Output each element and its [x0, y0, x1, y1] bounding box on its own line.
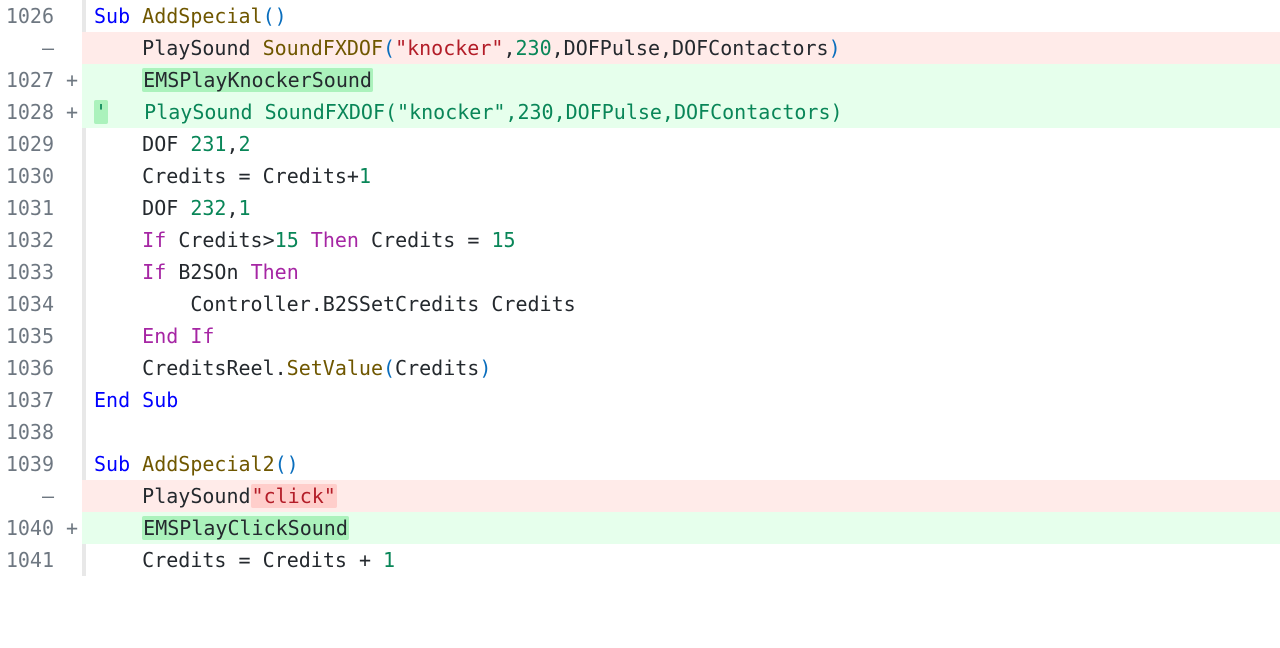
line-number: 1036 — [0, 352, 62, 384]
line-number: — — [0, 32, 62, 64]
diff-marker — [62, 416, 82, 448]
code-content: Sub AddSpecial() — [86, 0, 1280, 32]
diff-line: 1034 Controller.B2SSetCredits Credits — [0, 288, 1280, 320]
diff-marker: + — [62, 64, 82, 96]
diff-marker — [62, 544, 82, 576]
diff-line: 1028+' PlaySound SoundFXDOF("knocker",23… — [0, 96, 1280, 128]
diff-marker — [62, 32, 82, 64]
diff-marker — [62, 384, 82, 416]
code-content: DOF 231,2 — [86, 128, 1280, 160]
code-content: Credits = Credits + 1 — [86, 544, 1280, 576]
diff-line: 1029 DOF 231,2 — [0, 128, 1280, 160]
diff-view: 1026Sub AddSpecial()— PlaySound SoundFXD… — [0, 0, 1280, 576]
code-content: Sub AddSpecial2() — [86, 448, 1280, 480]
diff-line: — PlaySound SoundFXDOF("knocker",230,DOF… — [0, 32, 1280, 64]
code-content — [86, 416, 1280, 448]
diff-marker — [62, 480, 82, 512]
line-number: 1034 — [0, 288, 62, 320]
code-content: ' PlaySound SoundFXDOF("knocker",230,DOF… — [86, 96, 1280, 128]
line-number: 1026 — [0, 0, 62, 32]
diff-line: 1035 End If — [0, 320, 1280, 352]
line-number: 1031 — [0, 192, 62, 224]
code-content: End If — [86, 320, 1280, 352]
diff-line: 1039 Sub AddSpecial2() — [0, 448, 1280, 480]
code-content: CreditsReel.SetValue(Credits) — [86, 352, 1280, 384]
diff-marker: + — [62, 96, 82, 128]
code-content: End Sub — [86, 384, 1280, 416]
code-content: If Credits>15 Then Credits = 15 — [86, 224, 1280, 256]
diff-line: — PlaySound"click" — [0, 480, 1280, 512]
line-number: 1039 — [0, 448, 62, 480]
line-number: 1038 — [0, 416, 62, 448]
code-content: PlaySound SoundFXDOF("knocker",230,DOFPu… — [86, 32, 1280, 64]
diff-marker: + — [62, 512, 82, 544]
diff-marker — [62, 288, 82, 320]
line-number: 1028 — [0, 96, 62, 128]
diff-marker — [62, 320, 82, 352]
diff-line: 1026 Sub AddSpecial() — [0, 0, 1280, 32]
diff-marker — [62, 256, 82, 288]
diff-marker — [62, 0, 82, 32]
line-number: 1035 — [0, 320, 62, 352]
diff-line: 1030 Credits = Credits+1 — [0, 160, 1280, 192]
line-number: 1040 — [0, 512, 62, 544]
diff-line: 1041 Credits = Credits + 1 — [0, 544, 1280, 576]
line-number: 1030 — [0, 160, 62, 192]
code-content: PlaySound"click" — [86, 480, 1280, 512]
line-number: 1041 — [0, 544, 62, 576]
diff-line: 1038 — [0, 416, 1280, 448]
code-content: EMSPlayClickSound — [86, 512, 1280, 544]
line-number: 1033 — [0, 256, 62, 288]
line-number: 1027 — [0, 64, 62, 96]
diff-marker — [62, 192, 82, 224]
line-number: 1032 — [0, 224, 62, 256]
diff-marker — [62, 448, 82, 480]
diff-line: 1031 DOF 232,1 — [0, 192, 1280, 224]
diff-marker — [62, 224, 82, 256]
code-content: Controller.B2SSetCredits Credits — [86, 288, 1280, 320]
code-content: EMSPlayKnockerSound — [86, 64, 1280, 96]
diff-line: 1040+ EMSPlayClickSound — [0, 512, 1280, 544]
diff-marker — [62, 128, 82, 160]
line-number: 1037 — [0, 384, 62, 416]
line-number: — — [0, 480, 62, 512]
diff-marker — [62, 352, 82, 384]
diff-line: 1037 End Sub — [0, 384, 1280, 416]
code-content: Credits = Credits+1 — [86, 160, 1280, 192]
diff-line: 1036 CreditsReel.SetValue(Credits) — [0, 352, 1280, 384]
line-number: 1029 — [0, 128, 62, 160]
code-content: If B2SOn Then — [86, 256, 1280, 288]
diff-line: 1033 If B2SOn Then — [0, 256, 1280, 288]
diff-line: 1027+ EMSPlayKnockerSound — [0, 64, 1280, 96]
diff-marker — [62, 160, 82, 192]
diff-line: 1032 If Credits>15 Then Credits = 15 — [0, 224, 1280, 256]
code-content: DOF 232,1 — [86, 192, 1280, 224]
